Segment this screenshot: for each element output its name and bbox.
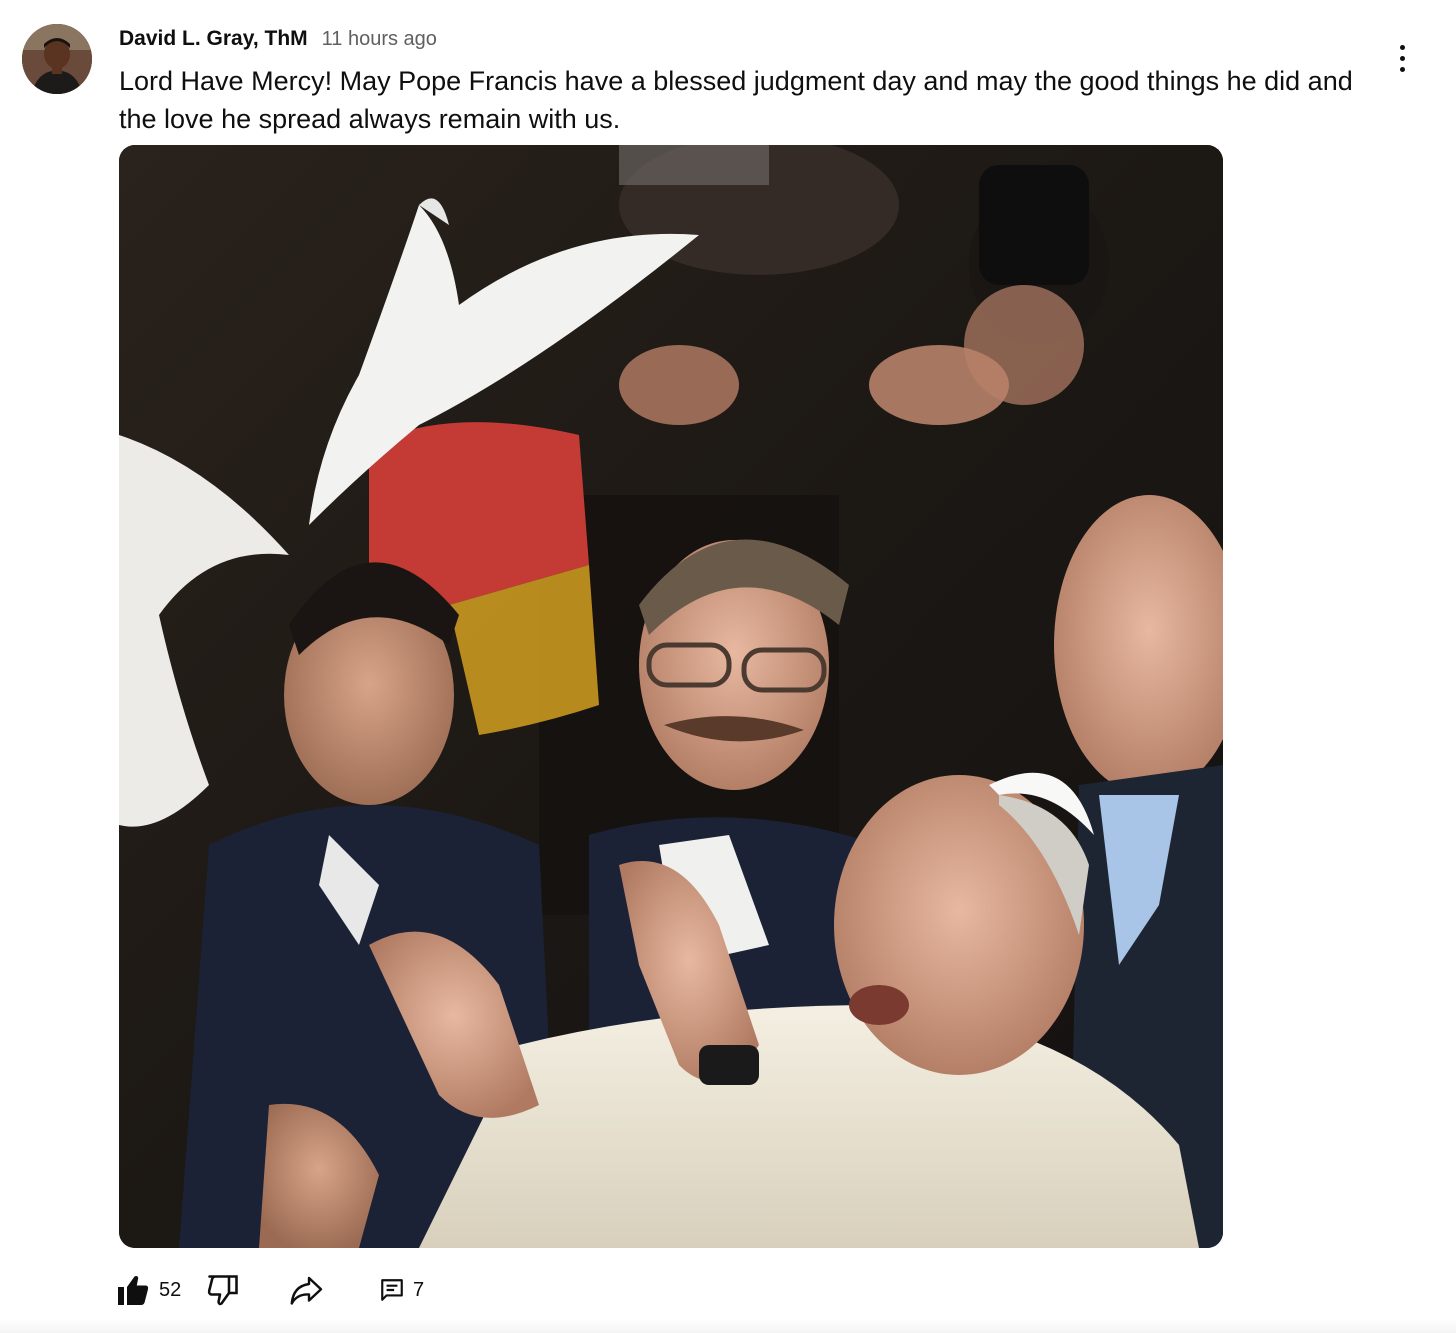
share-button[interactable] (287, 1272, 379, 1308)
comment-header: David L. Gray, ThM 11 hours ago (119, 27, 437, 53)
comment-timestamp[interactable]: 11 hours ago (322, 28, 437, 51)
comment-actions-toolbar: 52 7 (115, 1270, 424, 1310)
community-post-comment: David L. Gray, ThM 11 hours ago Lord Hav… (0, 0, 1456, 1333)
like-button[interactable]: 52 (115, 1272, 205, 1308)
more-vertical-icon (1399, 44, 1405, 50)
bottom-divider (0, 1318, 1456, 1333)
share-arrow-icon (290, 1276, 323, 1305)
thumbs-down-icon (207, 1275, 238, 1306)
comment-text: Lord Have Mercy! May Pope Francis have a… (119, 66, 1353, 134)
like-count: 52 (159, 1278, 182, 1301)
reply-button[interactable]: 7 (379, 1277, 424, 1303)
dislike-button[interactable] (205, 1272, 287, 1308)
thumbs-up-filled-icon (118, 1276, 149, 1305)
photo-illustration (119, 145, 1223, 1248)
more-options-button[interactable] (1382, 36, 1422, 80)
reply-count: 7 (413, 1278, 425, 1301)
attached-photo[interactable] (119, 145, 1223, 1248)
more-vertical-dot (1399, 55, 1405, 61)
comment-icon (381, 1279, 403, 1301)
avatar-image (22, 24, 92, 94)
more-vertical-dot (1399, 66, 1405, 72)
author-avatar[interactable] (22, 24, 92, 94)
author-name[interactable]: David L. Gray, ThM (119, 27, 308, 51)
